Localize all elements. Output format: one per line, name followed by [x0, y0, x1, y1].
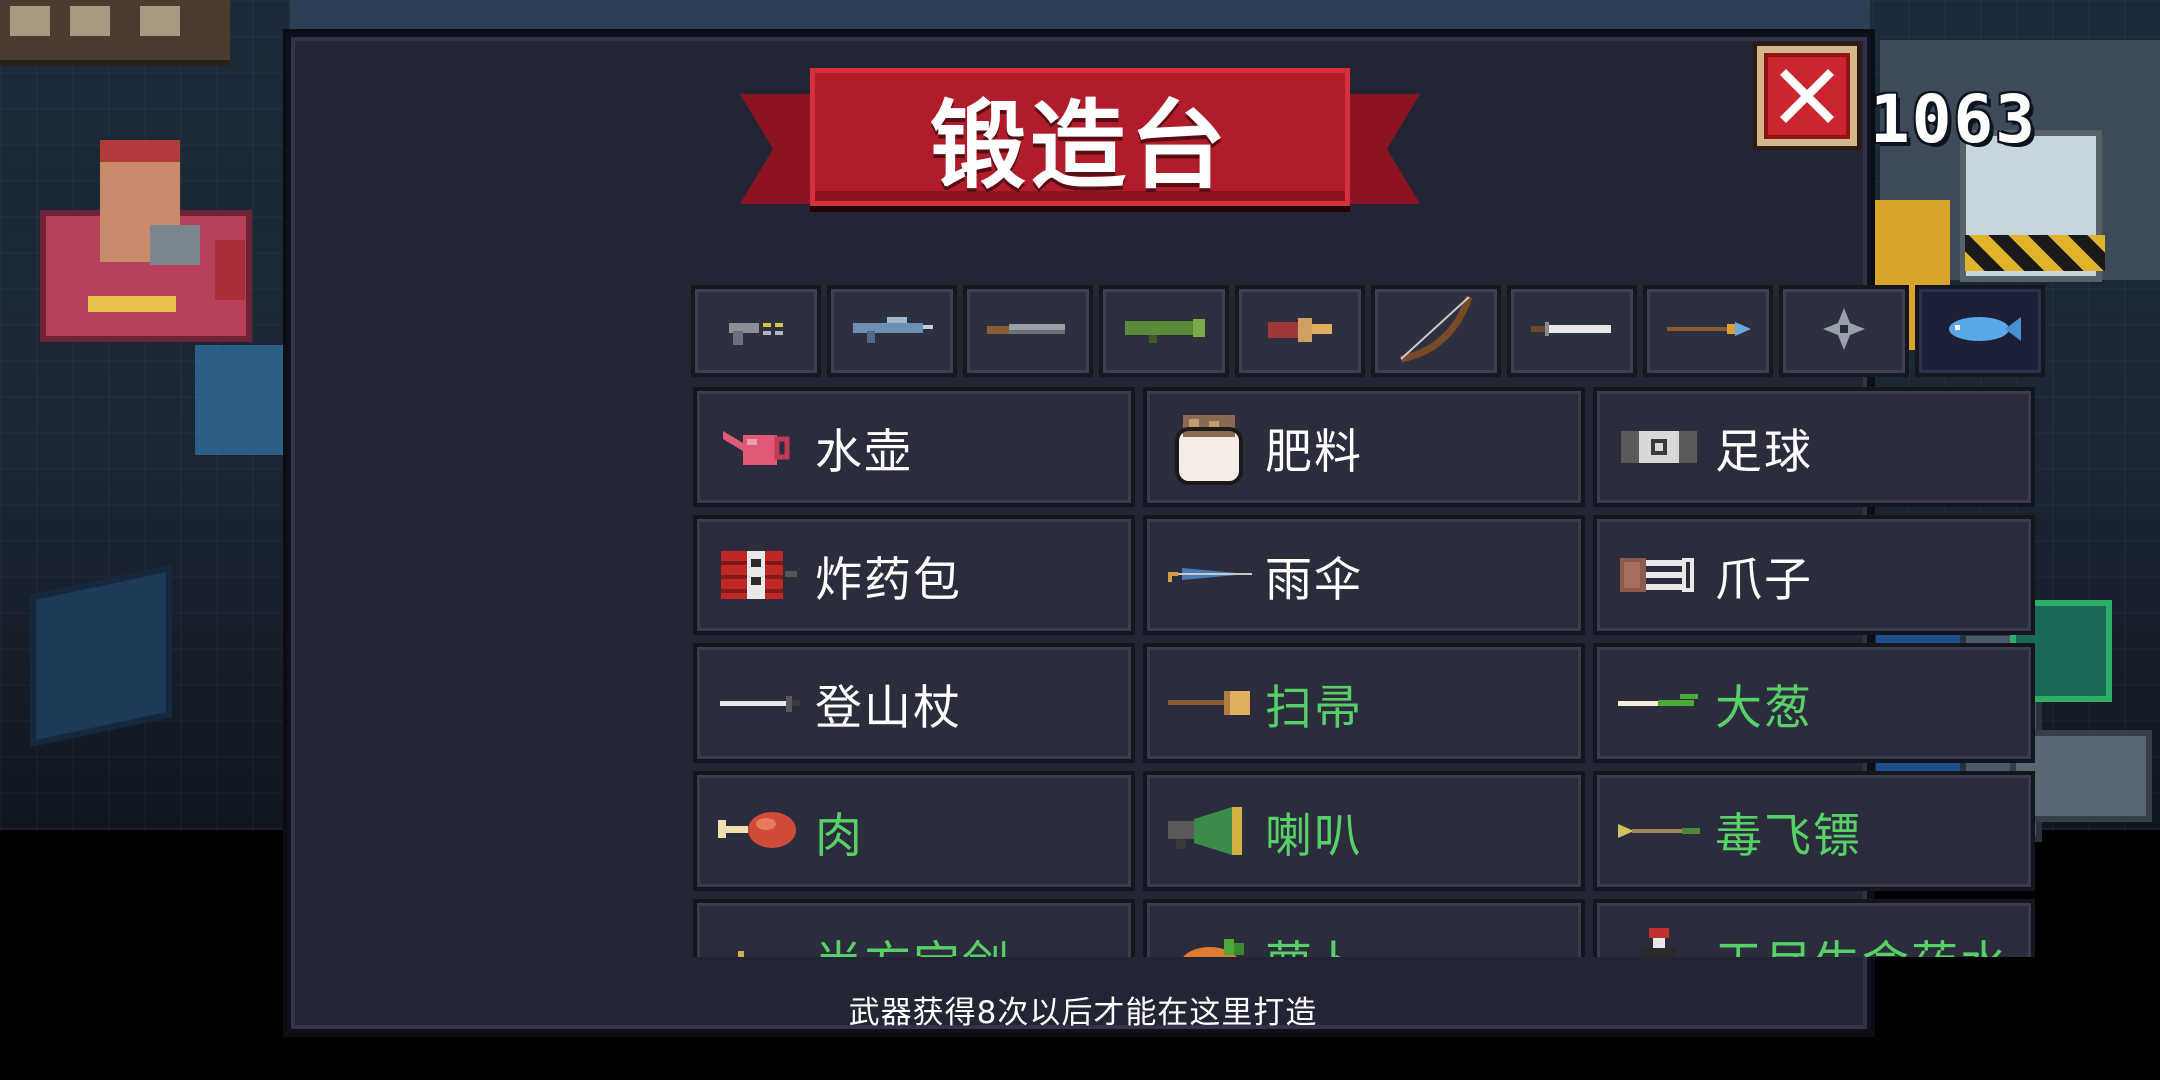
- weapon-name: 雨伞: [1265, 552, 1363, 608]
- dynamite-pack-icon: [707, 525, 811, 625]
- watering-can-icon: [707, 397, 811, 497]
- weapon-name: 毒飞镖: [1715, 808, 1862, 864]
- tab-spear[interactable]: [1643, 285, 1773, 377]
- shelf: [0, 0, 230, 66]
- weapon-item[interactable]: 炸药包: [693, 515, 1135, 635]
- gem-counter: 1063: [1870, 81, 2037, 158]
- pistol-icon: [721, 309, 791, 353]
- banner-main: 锻造台: [810, 68, 1350, 206]
- shotgun-icon: [983, 314, 1073, 348]
- hazard-stripes: [1965, 235, 2105, 271]
- weapon-name: 水壶: [815, 424, 913, 480]
- radish-icon: [1157, 909, 1261, 957]
- close-button[interactable]: [1757, 46, 1857, 146]
- weapon-item[interactable]: 天尽生命药水: [1593, 899, 2035, 957]
- desk-sign: [88, 296, 176, 312]
- weapon-name: 扫帚: [1265, 680, 1363, 736]
- weapon-name: 萝卜: [1265, 925, 1363, 958]
- tab-pistol[interactable]: [691, 285, 821, 377]
- weapon-item[interactable]: 尚方宝剑: [693, 899, 1135, 957]
- weapon-name: 肉: [815, 808, 864, 864]
- top-wall: [290, 0, 1870, 30]
- soccer-ball-icon: [1607, 397, 1711, 497]
- weapon-grid: 水壶 肥料 足球炸药包 雨伞 爪子登山杖 扫帚 大葱肉 喇叭 毒飞镖尚方宝剑 萝卜 天尽生命药水: [693, 387, 2049, 957]
- weapon-name: 尚方宝剑: [815, 925, 1011, 958]
- sword-icon: [1527, 314, 1617, 348]
- meat-icon: [707, 781, 811, 881]
- poison-dart-icon: [1607, 781, 1711, 881]
- shuriken-icon: [1819, 304, 1869, 358]
- weapon-item[interactable]: 肥料: [1143, 387, 1585, 507]
- weapon-item[interactable]: 喇叭: [1143, 771, 1585, 891]
- chair: [215, 240, 245, 300]
- weapon-item[interactable]: 爪子: [1593, 515, 2035, 635]
- scallion-icon: [1607, 653, 1711, 753]
- weapon-name: 喇叭: [1265, 808, 1363, 864]
- horn-icon: [1157, 781, 1261, 881]
- fertilizer-bag-icon: [1157, 397, 1261, 497]
- weapon-list[interactable]: 水壶 肥料 足球炸药包 雨伞 爪子登山杖 扫帚 大葱肉 喇叭 毒飞镖尚方宝剑 萝卜 天尽生命药水: [693, 387, 2049, 957]
- fish-icon: [1935, 309, 2025, 353]
- claw-icon: [1607, 525, 1711, 625]
- weapon-item[interactable]: 毒飞镖: [1593, 771, 2035, 891]
- imperial-sword-icon: [707, 909, 811, 957]
- tab-fish[interactable]: [1915, 285, 2045, 377]
- weapon-name: 大葱: [1715, 680, 1813, 736]
- potion-icon: [1607, 909, 1711, 957]
- bow-icon: [1391, 289, 1481, 373]
- title-banner: 锻造台: [740, 68, 1420, 216]
- tab-shotgun[interactable]: [963, 285, 1093, 377]
- tab-shuriken[interactable]: [1779, 285, 1909, 377]
- tab-flamethrower[interactable]: [1235, 285, 1365, 377]
- weapon-category-tabs: [691, 285, 2049, 377]
- weapon-item[interactable]: 萝卜: [1143, 899, 1585, 957]
- weapon-item[interactable]: 扫帚: [1143, 643, 1585, 763]
- weapon-item[interactable]: 登山杖: [693, 643, 1135, 763]
- weapon-item[interactable]: 大葱: [1593, 643, 2035, 763]
- forge-hint: 武器获得8次以后才能在这里打造: [848, 995, 1318, 1031]
- weapon-name: 爪子: [1715, 552, 1813, 608]
- weapon-name: 肥料: [1265, 424, 1363, 480]
- trekking-pole-icon: [707, 653, 811, 753]
- weapon-item[interactable]: 足球: [1593, 387, 2035, 507]
- weapon-name: 登山杖: [815, 680, 962, 736]
- broom-icon: [1157, 653, 1261, 753]
- player-character: [195, 345, 285, 455]
- spear-icon: [1663, 314, 1753, 348]
- flamethrower-icon: [1260, 304, 1340, 358]
- weapon-item[interactable]: 水壶: [693, 387, 1135, 507]
- weapon-name: 炸药包: [815, 552, 962, 608]
- tab-launcher[interactable]: [1099, 285, 1229, 377]
- umbrella-icon: [1157, 525, 1261, 625]
- tab-rifle[interactable]: [827, 285, 957, 377]
- forge-title: 锻造台: [930, 89, 1230, 202]
- weapon-item[interactable]: 肉: [693, 771, 1135, 891]
- crate: [30, 564, 172, 748]
- weapon-name: 天尽生命药水: [1715, 925, 2009, 958]
- computer-monitor: [150, 225, 200, 265]
- tab-sword[interactable]: [1507, 285, 1637, 377]
- weapon-name: 足球: [1715, 424, 1813, 480]
- tab-bow[interactable]: [1371, 285, 1501, 377]
- launcher-icon: [1119, 309, 1209, 353]
- weapon-item[interactable]: 雨伞: [1143, 515, 1585, 635]
- rifle-icon: [847, 309, 937, 353]
- close-icon: [1780, 69, 1834, 123]
